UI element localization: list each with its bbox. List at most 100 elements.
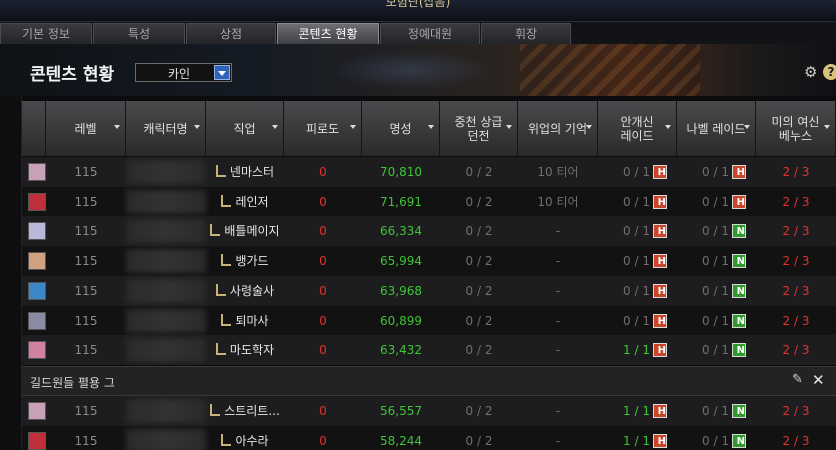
- header-character-name[interactable]: 캐릭터명: [126, 101, 206, 156]
- job-icon: [210, 224, 221, 237]
- nabel-raid-cell: 0 / 1H: [677, 157, 756, 187]
- level-cell: 115: [74, 343, 98, 358]
- difficulty-badge: N: [732, 343, 746, 358]
- difficulty-badge: H: [653, 165, 667, 179]
- nabel-raid-cell: 0 / 1N: [677, 335, 756, 365]
- table-row[interactable]: 115 레인저 0 71,691 0 / 2 10 티어 0 / 1H 0 / …: [22, 186, 836, 217]
- difficulty-badge: H: [653, 343, 667, 358]
- fog-raid-cell: 0 / 1H: [598, 216, 677, 246]
- table-row[interactable]: 115 배틀메이지 0 66,334 0 / 2 - 0 / 1H 0 / 1N…: [22, 216, 836, 247]
- job-cell: 배틀메이지: [206, 216, 284, 246]
- nabel-raid-cell: 0 / 1N: [677, 426, 756, 450]
- job-cell: 뱅가드: [206, 246, 284, 276]
- level-cell: 115: [74, 194, 98, 209]
- page-title: 콘텐츠 현황: [30, 65, 115, 85]
- venus-cell: 2 / 3: [782, 165, 810, 179]
- nabel-raid-cell: 0 / 1N: [677, 306, 756, 336]
- header-nabel-raid[interactable]: 나벨 레이드: [677, 101, 756, 156]
- venus-cell: 2 / 3: [782, 254, 810, 269]
- difficulty-badge: N: [732, 313, 746, 328]
- tab-shop[interactable]: 상점: [186, 23, 276, 44]
- venus-cell: 2 / 3: [782, 194, 810, 209]
- fame-cell: 58,244: [380, 433, 422, 448]
- character-select-value: 카인: [167, 67, 191, 81]
- nabel-raid-count: 0 / 1: [702, 224, 729, 239]
- level-cell: 115: [74, 433, 98, 448]
- difficulty-badge: H: [653, 254, 667, 269]
- table-row[interactable]: 115 넨마스터 0 70,810 0 / 2 10 티어 0 / 1H 0 /…: [22, 157, 836, 187]
- feat-memory-cell: 10 티어: [537, 165, 579, 179]
- level-cell: 115: [74, 283, 98, 298]
- sort-caret-icon: [428, 125, 434, 129]
- nabel-raid-count: 0 / 1: [702, 283, 729, 298]
- tab-content-status[interactable]: 콘텐츠 현황: [277, 23, 379, 44]
- sort-caret-icon: [194, 125, 200, 129]
- close-icon[interactable]: ✕: [812, 371, 825, 389]
- table-row[interactable]: 115 뱅가드 0 65,994 0 / 2 - 0 / 1H 0 / 1N 2…: [22, 246, 836, 277]
- header-fame[interactable]: 명성: [362, 101, 440, 156]
- tab-insignia[interactable]: 휘장: [481, 23, 571, 44]
- table-row[interactable]: 115 퇴마사 0 60,899 0 / 2 - 0 / 1H 0 / 1N 2…: [22, 305, 836, 336]
- fog-raid-count: 0 / 1: [623, 224, 650, 239]
- difficulty-badge: H: [653, 224, 667, 239]
- job-icon: [221, 254, 232, 267]
- level-cell: 115: [74, 254, 98, 269]
- tab-elite-members[interactable]: 정예대원: [380, 23, 480, 44]
- header-level[interactable]: 레벨: [46, 101, 126, 156]
- dungeon-cell: 0 / 2: [465, 343, 493, 358]
- tab-basic-info[interactable]: 기본 정보: [0, 23, 92, 44]
- venus-cell: 2 / 3: [782, 283, 810, 298]
- fog-raid-count: 0 / 1: [623, 283, 650, 298]
- feat-memory-cell: -: [555, 433, 561, 448]
- table-row[interactable]: 115 스트리트... 0 56,557 0 / 2 - 1 / 1H 0 / …: [22, 396, 836, 426]
- level-cell: 115: [74, 404, 98, 418]
- job-cell: 퇴마사: [206, 306, 284, 336]
- fatigue-cell: 0: [319, 313, 327, 328]
- character-select[interactable]: 카인: [135, 63, 232, 82]
- sort-caret-icon: [586, 125, 592, 129]
- feat-memory-cell: 10 티어: [537, 194, 579, 209]
- character-avatar: [28, 311, 46, 330]
- header-dungeon[interactable]: 중천 상급 던전: [440, 101, 518, 156]
- table-row[interactable]: 115 마도학자 0 63,432 0 / 2 - 1 / 1H 0 / 1N …: [22, 335, 836, 366]
- table-row[interactable]: 115 아수라 0 58,244 0 / 2 - 1 / 1H 0 / 1N 2…: [22, 425, 836, 450]
- feat-memory-cell: -: [555, 404, 561, 418]
- sort-caret-icon: [114, 125, 120, 129]
- character-name-cell: [126, 160, 206, 184]
- level-cell: 115: [74, 165, 98, 179]
- header-fog-raid[interactable]: 안개신 레이드: [598, 101, 677, 156]
- character-avatar: [28, 431, 46, 450]
- nabel-raid-count: 0 / 1: [702, 343, 729, 358]
- fame-cell: 66,334: [380, 224, 422, 239]
- dungeon-cell: 0 / 2: [465, 254, 493, 269]
- tab-traits[interactable]: 특성: [93, 23, 185, 44]
- table-row[interactable]: 115 사령술사 0 63,968 0 / 2 - 0 / 1H 0 / 1N …: [22, 275, 836, 306]
- difficulty-badge: N: [732, 283, 746, 298]
- header-fatigue[interactable]: 피로도: [284, 101, 362, 156]
- venus-cell: 2 / 3: [782, 343, 810, 358]
- job-icon: [215, 165, 226, 177]
- dungeon-cell: 0 / 2: [465, 165, 493, 179]
- header-feat-memory[interactable]: 위업의 기억: [518, 101, 598, 156]
- sort-caret-icon: [350, 125, 356, 129]
- help-icon[interactable]: ?: [823, 64, 836, 80]
- group-header[interactable]: 길드원들 펼용 그 ✎ ✕: [22, 366, 836, 396]
- pencil-icon[interactable]: ✎: [792, 372, 803, 387]
- feat-memory-cell: -: [555, 313, 561, 328]
- fame-cell: 71,691: [380, 194, 422, 209]
- character-avatar: [28, 402, 46, 420]
- fog-raid-cell: 1 / 1H: [598, 396, 677, 426]
- nabel-raid-cell: 0 / 1H: [677, 187, 756, 217]
- nabel-raid-count: 0 / 1: [702, 254, 729, 269]
- chevron-down-icon[interactable]: [214, 65, 230, 80]
- job-cell: 넨마스터: [206, 157, 284, 187]
- header-venus[interactable]: 미의 여신 베누스: [756, 101, 836, 156]
- venus-cell: 2 / 3: [782, 224, 810, 239]
- feat-memory-cell: -: [555, 283, 561, 298]
- job-icon: [221, 194, 232, 207]
- fatigue-cell: 0: [319, 343, 327, 358]
- character-name-cell: [126, 308, 206, 333]
- sort-caret-icon: [272, 125, 278, 129]
- gear-icon[interactable]: ⚙: [804, 64, 820, 80]
- header-job[interactable]: 직업: [206, 101, 284, 156]
